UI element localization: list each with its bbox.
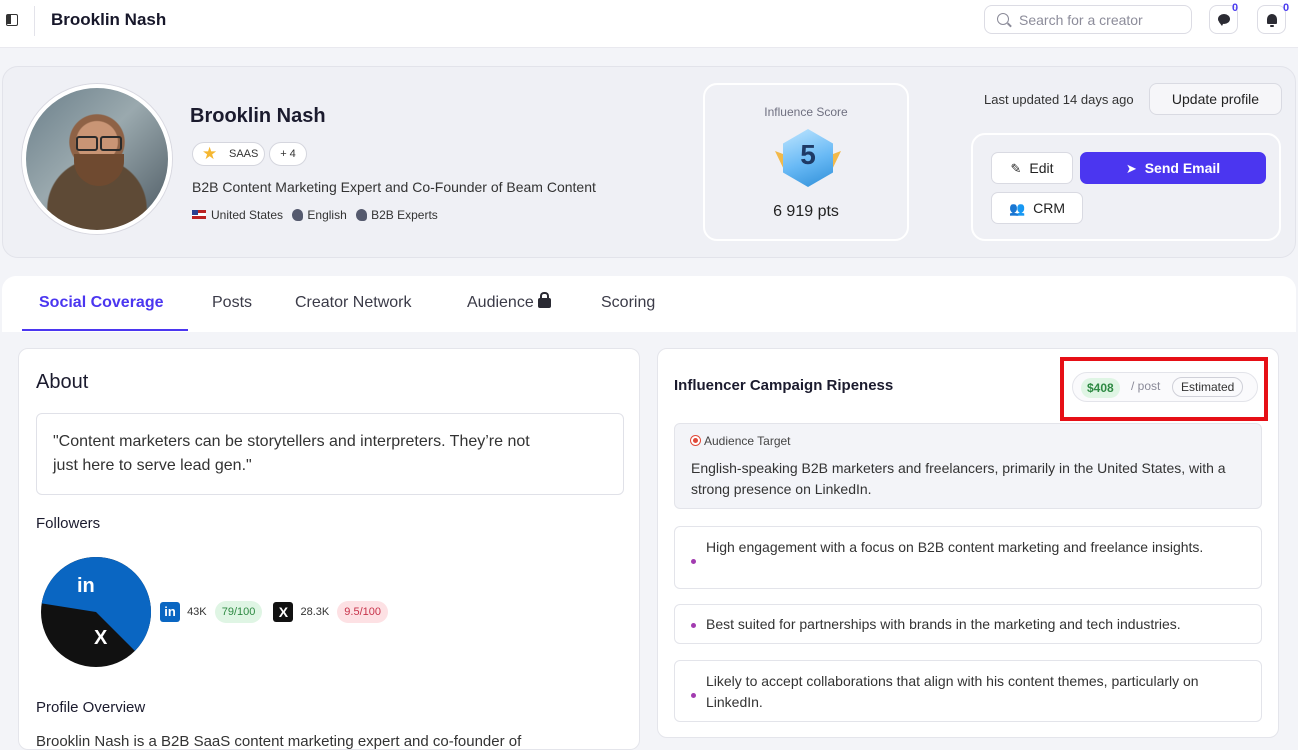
profile-overview-title: Profile Overview (36, 699, 146, 716)
send-email-button[interactable]: ➤ Send Email (1080, 152, 1266, 184)
speaker-icon (356, 208, 368, 221)
edit-icon: ✎ (1010, 161, 1022, 176)
last-updated-text: Last updated 14 days ago (984, 92, 1134, 107)
profile-bio: B2B Content Marketing Expert and Co-Foun… (192, 179, 596, 195)
insight-text: Likely to accept collaborations that ali… (706, 673, 1199, 710)
search-icon (997, 13, 1009, 25)
linkedin-pie-icon: in (77, 575, 95, 597)
x-pie-icon: X (94, 627, 108, 649)
insight-item: High engagement with a focus on B2B cont… (674, 526, 1262, 589)
avatar-beard (74, 154, 124, 186)
tab-scoring[interactable]: Scoring (601, 294, 655, 312)
influence-score-card: Influence Score 5 6 919 pts (703, 83, 909, 241)
tab-audience[interactable]: Audience (467, 292, 551, 312)
chat-icon (1218, 14, 1230, 26)
bullet-icon (691, 693, 696, 698)
audience-target-label: Audience Target (691, 434, 791, 448)
tabs-bar: Social Coverage Posts Creator Network Au… (2, 276, 1296, 332)
linkedin-followers: 43K (187, 606, 207, 618)
quote-line: "Content marketers can be storytellers a… (53, 433, 530, 450)
linkedin-icon[interactable]: in (160, 602, 180, 622)
quote-line: just here to serve lead gen." (53, 457, 252, 474)
bell-icon (1267, 14, 1277, 27)
tab-social-coverage[interactable]: Social Coverage (39, 294, 164, 312)
messages-count-badge: 0 (1232, 2, 1239, 14)
tag-label: SAAS (229, 148, 259, 160)
insight-item: Best suited for partnerships with brands… (674, 604, 1262, 644)
profile-header-card: Brooklin Nash ★ SAAS + 4 B2B Content Mar… (2, 66, 1296, 258)
update-profile-button[interactable]: Update profile (1149, 83, 1282, 115)
language-label: English (307, 207, 347, 222)
audience-target-heading: Audience Target (704, 434, 791, 448)
crm-label: CRM (1033, 200, 1066, 216)
sidebar-toggle-icon[interactable] (6, 14, 18, 26)
insight-text: Best suited for partnerships with brands… (706, 616, 1181, 632)
active-tab-indicator (22, 329, 188, 331)
tab-audience-label: Audience (467, 294, 534, 311)
lock-icon (537, 292, 551, 308)
price-unit: / post (1131, 379, 1161, 393)
search-box[interactable] (984, 5, 1192, 34)
campaign-ripeness-panel: Influencer Campaign Ripeness $408 / post… (657, 348, 1279, 738)
divider (34, 6, 35, 36)
avatar-glasses (76, 136, 122, 151)
crm-button[interactable]: 👥 CRM (991, 192, 1083, 224)
insight-item: Likely to accept collaborations that ali… (674, 660, 1262, 722)
quote-box: "Content marketers can be storytellers a… (36, 413, 624, 495)
tab-posts[interactable]: Posts (212, 294, 252, 312)
notifications-count-badge: 0 (1283, 2, 1290, 14)
price-badge: $408 (1081, 378, 1120, 398)
influence-score-label: Influence Score (764, 105, 848, 119)
bullet-icon (691, 559, 696, 564)
profile-name: Brooklin Nash (190, 105, 326, 127)
about-title: About (36, 371, 89, 393)
speaker-icon (292, 208, 304, 221)
score-points: 6 919 pts (773, 203, 839, 220)
price-estimate: $408 / post Estimated (1072, 372, 1258, 402)
profile-overview-text: Brooklin Nash is a B2B SaaS content mark… (36, 733, 522, 750)
target-icon (691, 436, 700, 445)
about-panel: About "Content marketers can be storytel… (18, 348, 640, 750)
messages-button[interactable]: 0 (1209, 2, 1239, 34)
linkedin-score-badge: 79/100 (214, 601, 263, 623)
followers-pie-chart (41, 557, 151, 667)
users-icon: 👥 (1008, 201, 1026, 216)
insight-text: High engagement with a focus on B2B cont… (706, 539, 1204, 555)
search-input[interactable] (1019, 10, 1185, 30)
audience-target-box: Audience Target English-speaking B2B mar… (674, 423, 1262, 509)
tag-chip-saas[interactable]: ★ SAAS (192, 142, 265, 166)
followers-title: Followers (36, 515, 101, 532)
category-label: B2B Experts (371, 207, 438, 222)
send-email-label: Send Email (1144, 160, 1221, 176)
audience-target-text: English-speaking B2B marketers and freel… (691, 460, 1226, 497)
estimated-chip: Estimated (1172, 377, 1244, 397)
score-level: 5 (800, 139, 816, 170)
top-bar: Brooklin Nash 0 0 (0, 0, 1298, 48)
bullet-icon (691, 623, 696, 628)
avatar (22, 84, 172, 234)
followers-row: in 43K 79/100 X 28.3K 9.5/100 (160, 601, 388, 623)
star-icon: ★ (202, 144, 218, 163)
notifications-button[interactable]: 0 (1257, 2, 1290, 34)
actions-box: ✎ Edit ➤ Send Email 👥 CRM (971, 133, 1281, 241)
x-score-badge: 9.5/100 (337, 601, 388, 623)
x-icon[interactable]: X (273, 602, 294, 622)
country-label: United States (211, 207, 284, 222)
edit-button[interactable]: ✎ Edit (991, 152, 1073, 184)
page-title: Brooklin Nash (51, 10, 167, 29)
x-followers: 28.3K (300, 606, 330, 618)
profile-meta: United States English B2B Experts (192, 207, 438, 222)
ripeness-title: Influencer Campaign Ripeness (674, 377, 894, 394)
us-flag-icon (192, 210, 206, 220)
more-tags-chip[interactable]: + 4 (269, 142, 307, 166)
tab-creator-network[interactable]: Creator Network (295, 294, 411, 312)
send-icon: ➤ (1125, 161, 1137, 176)
edit-label: Edit (1029, 160, 1054, 176)
price-highlight-box: $408 / post Estimated (1060, 357, 1268, 421)
score-badge-icon: 5 (775, 129, 841, 191)
